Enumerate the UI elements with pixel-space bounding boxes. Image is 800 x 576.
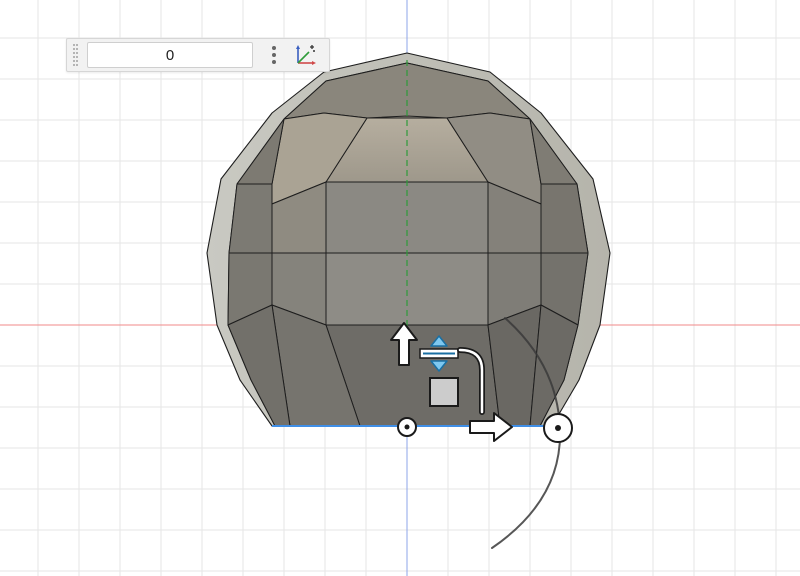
3d-viewport[interactable] xyxy=(0,0,800,576)
value-input-toolbar xyxy=(66,38,330,72)
distance-value-input[interactable] xyxy=(87,42,253,68)
plane-move-icon[interactable] xyxy=(429,377,459,407)
pivot-point-icon[interactable] xyxy=(397,417,417,437)
sphere-mesh[interactable] xyxy=(206,52,611,427)
mesh-facet[interactable] xyxy=(228,183,273,254)
vertical-ellipsis-icon[interactable] xyxy=(263,41,285,69)
rotate-handle-icon[interactable] xyxy=(543,413,573,443)
coordinate-axes-icon[interactable] xyxy=(291,41,321,69)
grip-vertical-icon[interactable] xyxy=(69,41,83,69)
viewport-canvas[interactable] xyxy=(0,0,800,576)
